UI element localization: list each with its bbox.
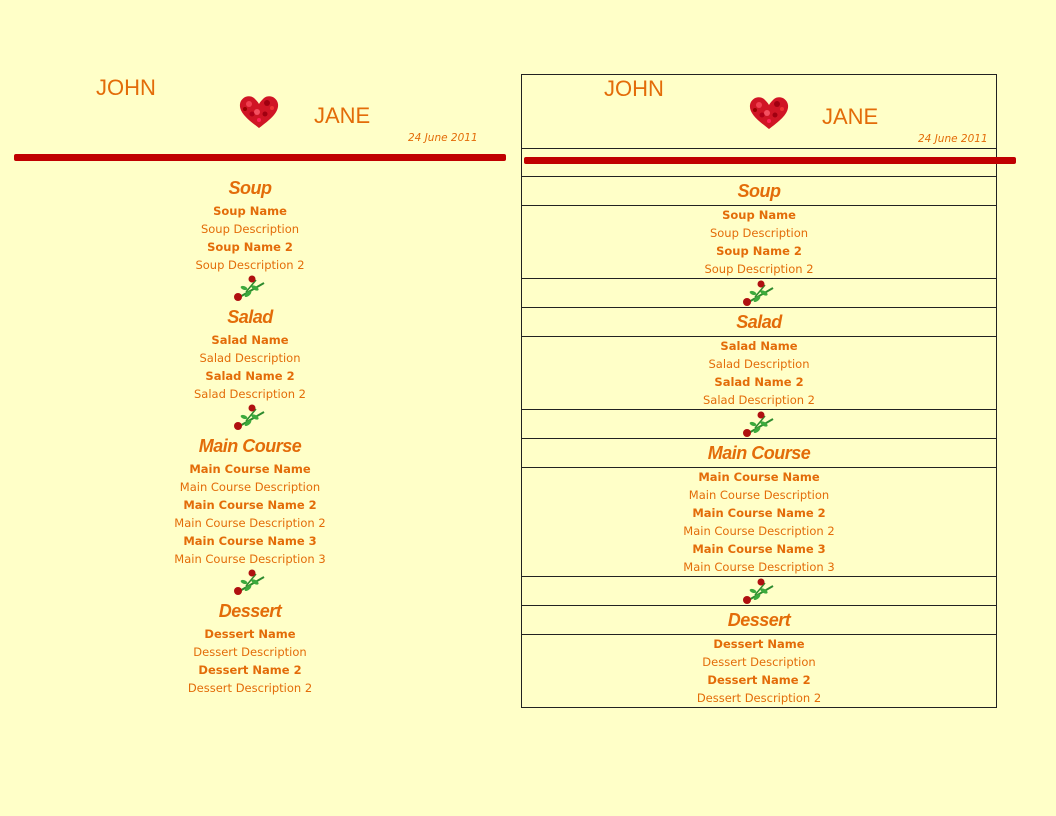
dish-name: Dessert Name 2 <box>707 673 811 687</box>
rose-icon <box>230 274 270 302</box>
dish-name: Dessert Name 2 <box>198 663 302 677</box>
course-title: Main Course <box>198 436 302 456</box>
dish-description: Main Course Description <box>688 488 830 502</box>
course-title: Salad <box>736 311 782 332</box>
dish-description: Salad Description 2 <box>702 393 815 407</box>
rose-icon <box>739 577 779 605</box>
dish-description: Salad Description 2 <box>193 387 306 401</box>
dish-description: Main Course Description 3 <box>174 552 326 566</box>
rose-icon <box>230 568 270 596</box>
wedding-date: 24 June 2011 <box>918 133 988 145</box>
rose-cell <box>521 409 997 439</box>
course-title: Soup <box>228 178 273 198</box>
dish-name: Dessert Name <box>204 627 296 641</box>
dish-name: Main Course Name 2 <box>183 498 317 512</box>
dish-name: Soup Name <box>722 208 796 222</box>
divider-line <box>524 157 1016 164</box>
dish-description: Soup Description 2 <box>195 258 305 272</box>
bride-name: JANE <box>822 104 879 129</box>
dish-description: Main Course Description 2 <box>174 516 326 530</box>
dish-name: Main Course Name 3 <box>183 534 317 548</box>
dish-description: Dessert Description 2 <box>696 691 822 705</box>
dish-description: Main Course Description 2 <box>683 524 835 538</box>
course-title-cell: Salad <box>521 307 997 337</box>
dish-name: Soup Name 2 <box>716 244 802 258</box>
dish-name: Dessert Name <box>713 637 805 651</box>
course-soup: Soup Soup Name Soup Description Soup Nam… <box>0 178 500 302</box>
dish-name: Soup Name <box>213 204 287 218</box>
course-salad: Salad Salad Name Salad Description Salad… <box>0 307 500 431</box>
course-items-cell: Main Course Name Main Course Description… <box>521 467 997 577</box>
groom-name: JOHN <box>96 75 156 100</box>
course-main: Main Course Main Course Name Main Course… <box>0 436 500 596</box>
divider-cell <box>521 148 1016 177</box>
rose-icon <box>739 410 779 438</box>
dish-description: Dessert Description 2 <box>187 681 313 695</box>
dish-name: Main Course Name <box>698 470 820 484</box>
dish-description: Salad Description <box>708 357 810 371</box>
divider-line <box>14 154 506 161</box>
rose-icon <box>739 279 779 307</box>
dish-description: Salad Description <box>199 351 301 365</box>
groom-name: JOHN <box>604 76 664 101</box>
course-title: Dessert <box>218 601 282 621</box>
dish-description: Dessert Description <box>702 655 816 669</box>
dish-name: Main Course Name <box>189 462 311 476</box>
dish-name: Main Course Name 2 <box>692 506 826 520</box>
dish-description: Soup Description 2 <box>704 262 814 276</box>
course-dessert: Dessert Dessert Name Dessert Description… <box>0 601 500 697</box>
rose-cell <box>521 576 997 606</box>
rose-icon <box>230 403 270 431</box>
dish-description: Main Course Description <box>179 480 321 494</box>
dish-description: Dessert Description <box>193 645 307 659</box>
course-title-cell: Main Course <box>521 438 997 468</box>
dish-description: Soup Description <box>709 226 809 240</box>
course-items-cell: Salad Name Salad Description Salad Name … <box>521 336 997 410</box>
course-title: Main Course <box>707 442 811 463</box>
dish-name: Salad Name 2 <box>714 375 804 389</box>
bride-name: JANE <box>314 103 371 128</box>
heart-icon <box>237 94 281 130</box>
dish-name: Soup Name 2 <box>207 240 293 254</box>
course-items-cell: Dessert Name Dessert Description Dessert… <box>521 634 997 708</box>
heart-icon <box>747 95 791 131</box>
wedding-date: 24 June 2011 <box>408 132 478 144</box>
rose-cell <box>521 278 997 308</box>
course-title: Salad <box>227 307 273 327</box>
dish-name: Salad Name 2 <box>205 369 295 383</box>
header-cell: JOHN JANE 24 June 2011 <box>521 74 997 149</box>
dish-name: Main Course Name 3 <box>692 542 826 556</box>
dish-description: Soup Description <box>200 222 300 236</box>
course-title-cell: Soup <box>521 176 997 206</box>
course-title: Soup <box>737 180 782 201</box>
dish-name: Salad Name <box>720 339 798 353</box>
course-title: Dessert <box>727 609 791 630</box>
menu-table: JOHN JANE 24 June 2011 Soup Soup Name So… <box>521 74 1016 708</box>
course-title-cell: Dessert <box>521 605 997 635</box>
dish-description: Main Course Description 3 <box>683 560 835 574</box>
dish-name: Salad Name <box>211 333 289 347</box>
left-menu-panel: JOHN JANE 24 June 2011 Soup Soup Name So… <box>0 0 506 816</box>
course-items-cell: Soup Name Soup Description Soup Name 2 S… <box>521 205 997 279</box>
